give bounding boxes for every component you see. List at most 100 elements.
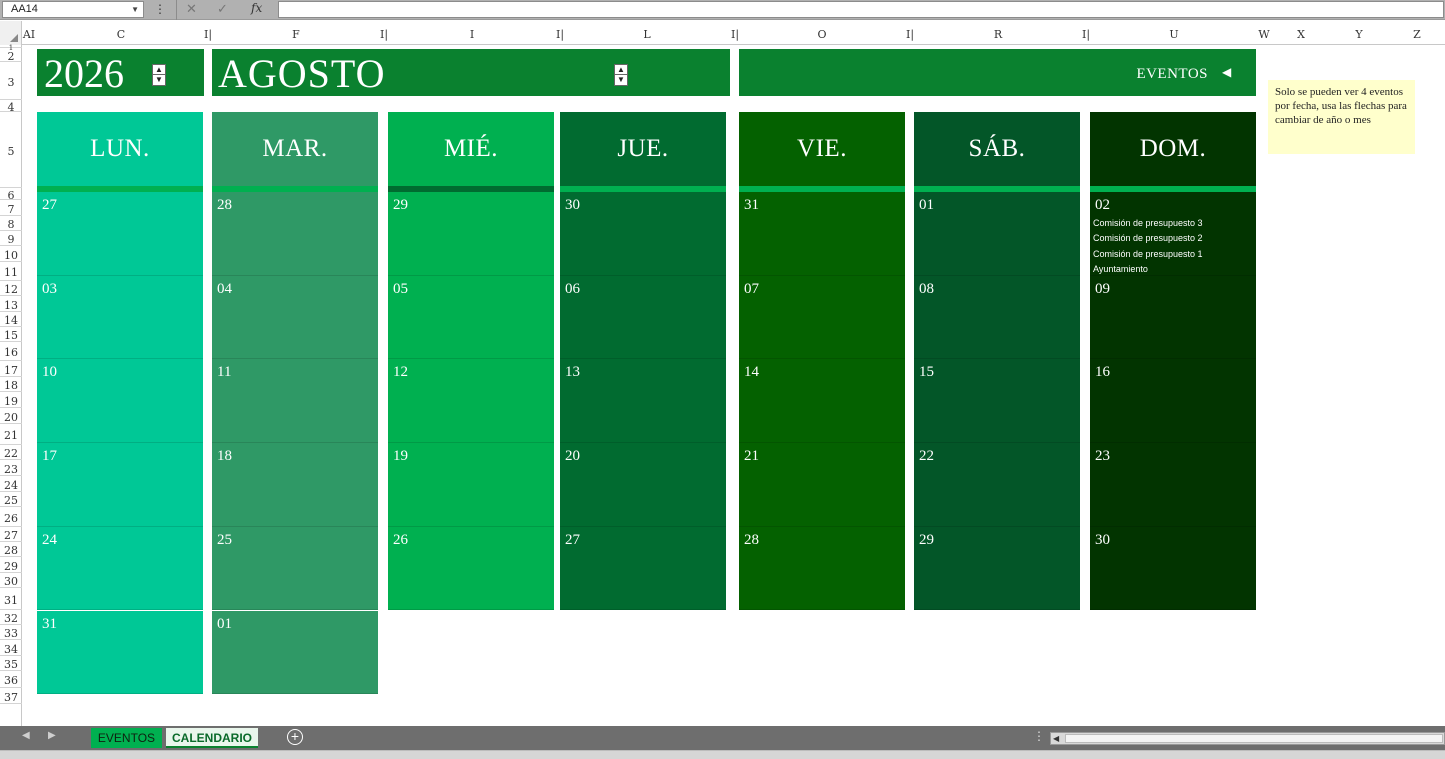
column-header[interactable]: AI (23, 28, 35, 41)
day-cell[interactable]: 18 (212, 443, 378, 527)
row-header[interactable]: 9 (0, 231, 22, 246)
column-header[interactable]: U (1169, 28, 1178, 41)
day-cell[interactable]: 04 (212, 275, 378, 360)
column-header[interactable]: Z (1413, 28, 1421, 41)
horizontal-scrollbar[interactable]: ◀ (1050, 732, 1445, 745)
row-header[interactable]: 32 (0, 610, 22, 625)
column-header[interactable]: W (1258, 28, 1269, 41)
day-cell[interactable]: 28 (212, 192, 378, 276)
tab-calendario[interactable]: CALENDARIO (166, 728, 258, 748)
tab-prev-icon[interactable]: ◀ (22, 730, 30, 741)
day-cell[interactable]: 09 (1090, 275, 1256, 360)
row-header[interactable]: 36 (0, 671, 22, 688)
row-header[interactable]: 33 (0, 625, 22, 640)
row-header[interactable]: 4 (0, 100, 22, 114)
day-cell[interactable]: 23 (1090, 443, 1256, 527)
month-spinner[interactable]: ▲ ▼ (614, 64, 628, 86)
insert-function-icon[interactable]: fx (251, 1, 262, 15)
day-cell[interactable]: 26 (388, 526, 554, 611)
row-header[interactable]: 35 (0, 656, 22, 671)
column-header[interactable]: X (1297, 28, 1305, 41)
day-cell[interactable]: 15 (914, 359, 1080, 444)
row-header[interactable]: 24 (0, 476, 22, 492)
day-cell[interactable]: 31 (37, 610, 203, 695)
day-cell[interactable]: 19 (388, 443, 554, 527)
column-header[interactable]: I| (204, 28, 212, 41)
day-cell[interactable]: 27 (560, 526, 726, 611)
row-header[interactable]: 17 (0, 361, 22, 377)
row-header[interactable]: 18 (0, 377, 22, 392)
day-cell[interactable]: 13 (560, 359, 726, 444)
row-header[interactable]: 10 (0, 246, 22, 262)
scrollbar-thumb[interactable] (1065, 734, 1443, 743)
row-header[interactable]: 31 (0, 588, 22, 610)
column-header[interactable]: O (817, 28, 826, 41)
event-item[interactable]: Comisión de presupuesto 2 (1093, 233, 1203, 243)
day-cell[interactable]: 27 (37, 192, 203, 276)
enter-icon[interactable]: ✓ (217, 1, 228, 17)
chevron-down-icon[interactable]: ▼ (131, 2, 139, 17)
row-header[interactable]: 21 (0, 424, 22, 445)
tab-next-icon[interactable]: ▶ (48, 730, 56, 741)
day-cell[interactable]: 02 Comisión de presupuesto 3 Comisión de p… (1090, 192, 1256, 276)
day-cell[interactable]: 24 (37, 526, 203, 611)
more-options-icon[interactable]: ⋮ (154, 2, 166, 16)
row-header[interactable]: 19 (0, 392, 22, 408)
day-cell[interactable]: 11 (212, 359, 378, 444)
select-all-button[interactable] (0, 21, 22, 45)
day-cell[interactable]: 01 (914, 192, 1080, 276)
scroll-left-icon[interactable]: ◀ (1053, 733, 1059, 744)
row-header[interactable]: 8 (0, 216, 22, 231)
tab-eventos[interactable]: EVENTOS (91, 728, 162, 748)
column-header[interactable]: I (470, 28, 474, 41)
name-box[interactable]: AA14 ▼ (2, 1, 144, 18)
row-header[interactable]: 20 (0, 408, 22, 424)
row-header[interactable]: 7 (0, 200, 22, 216)
row-header[interactable]: 11 (0, 262, 22, 281)
day-cell[interactable]: 21 (739, 443, 905, 527)
more-options-icon[interactable]: ⋮ (1033, 729, 1045, 743)
row-header[interactable]: 15 (0, 327, 22, 342)
day-cell[interactable]: 01 (212, 610, 378, 695)
day-cell[interactable]: 03 (37, 275, 203, 360)
row-header[interactable]: 6 (0, 188, 22, 202)
row-header[interactable]: 13 (0, 296, 22, 312)
spinner-down-icon[interactable]: ▼ (153, 75, 165, 85)
add-sheet-icon[interactable]: + (287, 729, 303, 745)
row-header[interactable]: 16 (0, 342, 22, 361)
row-header[interactable]: 23 (0, 460, 22, 476)
row-header[interactable]: 30 (0, 573, 22, 588)
day-cell[interactable]: 10 (37, 359, 203, 444)
day-cell[interactable]: 22 (914, 443, 1080, 527)
row-header[interactable]: 25 (0, 492, 22, 507)
events-link[interactable]: EVENTOS (1136, 66, 1208, 83)
day-cell[interactable]: 30 (560, 192, 726, 276)
column-header[interactable]: I| (380, 28, 388, 41)
row-header[interactable]: 26 (0, 507, 22, 527)
day-cell[interactable]: 14 (739, 359, 905, 444)
event-item[interactable]: Ayuntamiento (1093, 264, 1148, 274)
day-cell[interactable]: 29 (388, 192, 554, 276)
day-cell[interactable]: 30 (1090, 526, 1256, 611)
column-header[interactable]: C (117, 28, 125, 41)
day-cell[interactable]: 31 (739, 192, 905, 276)
back-arrow-icon[interactable]: ◀ (1222, 66, 1232, 79)
row-header[interactable]: 27 (0, 527, 22, 542)
day-cell[interactable]: 29 (914, 526, 1080, 611)
events-banner[interactable]: EVENTOS ◀ (739, 49, 1256, 96)
column-header[interactable]: I| (1082, 28, 1090, 41)
row-header[interactable]: 5 (0, 112, 22, 188)
day-cell[interactable]: 06 (560, 275, 726, 360)
spinner-down-icon[interactable]: ▼ (615, 75, 627, 85)
row-header[interactable]: 14 (0, 312, 22, 327)
row-header[interactable]: 29 (0, 557, 22, 573)
row-header[interactable]: 37 (0, 688, 22, 704)
column-header[interactable]: I| (906, 28, 914, 41)
day-cell[interactable]: 20 (560, 443, 726, 527)
cancel-icon[interactable]: ✕ (186, 1, 197, 17)
row-header[interactable]: 2 (0, 48, 22, 63)
column-header[interactable]: F (292, 28, 300, 41)
column-header[interactable]: R (994, 28, 1002, 41)
row-header[interactable]: 3 (0, 62, 22, 100)
event-item[interactable]: Comisión de presupuesto 3 (1093, 218, 1203, 228)
